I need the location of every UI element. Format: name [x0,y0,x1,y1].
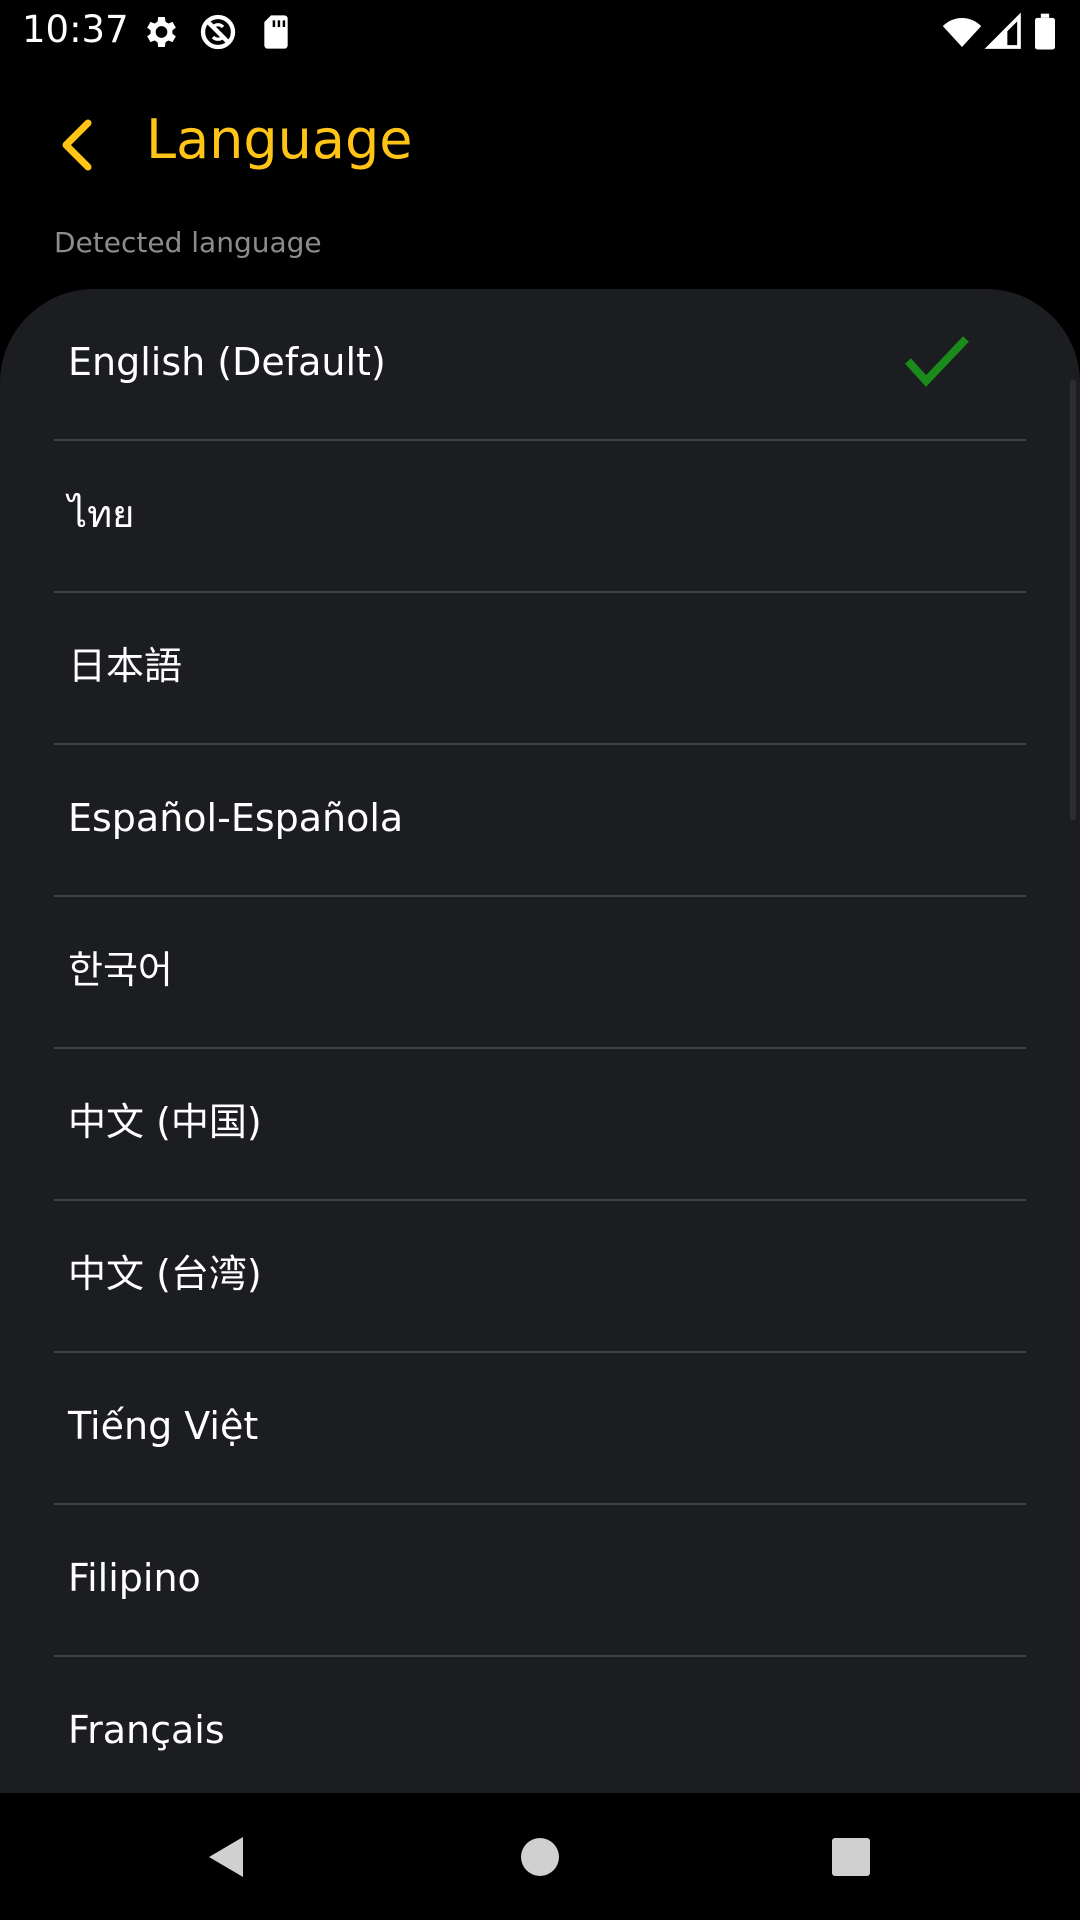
battery-icon [1035,13,1055,50]
section-label: Detected language [54,226,322,259]
back-triangle-icon [209,1837,243,1877]
recents-square-icon [832,1838,870,1876]
sd-card-icon [264,15,288,49]
language-label: 日本語 [68,644,183,688]
status-bar: 10:37 [0,0,1080,62]
language-label: Filipino [68,1556,201,1600]
language-item[interactable]: Filipino [0,1505,1080,1657]
home-circle-icon [521,1838,559,1876]
language-item[interactable]: 中文 (中国) [0,1049,1080,1201]
language-label: 한국어 [68,948,173,992]
nav-back-button[interactable] [190,1821,262,1893]
nav-home-button[interactable] [504,1821,576,1893]
app-bar: Language [0,62,1080,226]
language-label: Tiếng Việt [68,1404,259,1448]
nav-recents-button[interactable] [815,1821,887,1893]
scrollbar[interactable] [1070,380,1076,820]
language-item[interactable]: 中文 (台湾) [0,1201,1080,1353]
back-button[interactable] [40,110,110,180]
wifi-icon [942,18,982,47]
language-label: Español-Española [68,796,404,840]
language-list: English (Default) ไทย 日本語 Español-Española 한… [0,289,1080,1793]
language-item[interactable]: Español-Española [0,745,1080,897]
language-item[interactable]: Tiếng Việt [0,1353,1080,1505]
chevron-left-icon [62,119,92,171]
language-item[interactable]: Français [0,1657,1080,1793]
navigation-bar [0,1793,1080,1920]
language-label: 中文 (台湾) [68,1252,262,1296]
language-label: ไทย [68,492,135,536]
language-item[interactable]: English (Default) [0,289,1080,441]
checkmark-icon [905,336,969,387]
language-label: English (Default) [68,340,386,384]
page-title: Language [146,108,413,171]
cell-signal-icon [984,12,1021,49]
language-item[interactable]: 한국어 [0,897,1080,1049]
language-item[interactable]: ไทย [0,441,1080,593]
language-label: 中文 (中国) [68,1100,262,1144]
status-time: 10:37 [22,8,129,51]
gear-icon [147,17,176,47]
language-label: Français [68,1708,225,1752]
no-sync-icon [200,14,236,50]
language-list-panel: English (Default) ไทย 日本語 Español-Española 한… [0,289,1080,1793]
language-item[interactable]: 日本語 [0,593,1080,745]
